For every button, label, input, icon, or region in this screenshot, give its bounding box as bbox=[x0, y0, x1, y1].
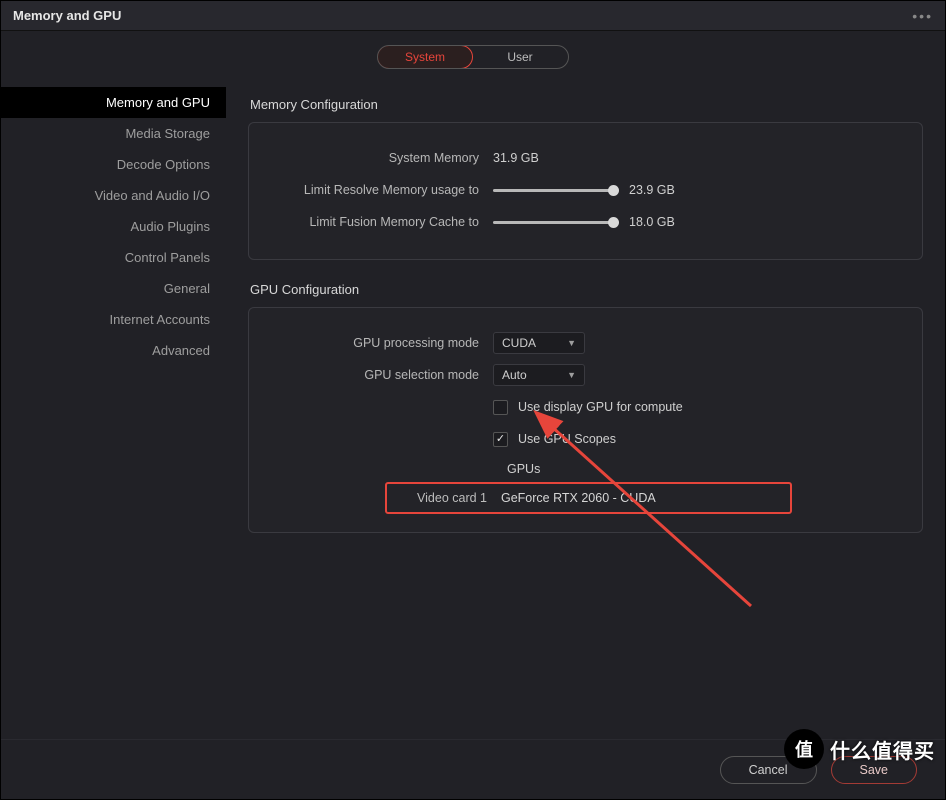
content: Memory Configuration System Memory 31.9 … bbox=[226, 79, 945, 739]
video-card-value: GeForce RTX 2060 - CUDA bbox=[501, 491, 656, 505]
sidebar-item-audio-plugins[interactable]: Audio Plugins bbox=[1, 211, 226, 242]
fusion-memory-label: Limit Fusion Memory Cache to bbox=[271, 215, 493, 229]
memory-section-title: Memory Configuration bbox=[250, 97, 923, 112]
gpu-processing-mode-label: GPU processing mode bbox=[271, 336, 493, 350]
sidebar-item-internet-accounts[interactable]: Internet Accounts bbox=[1, 304, 226, 335]
fusion-memory-slider[interactable] bbox=[493, 221, 613, 224]
footer: Cancel Save bbox=[1, 739, 945, 799]
tabbar: System User bbox=[1, 31, 945, 79]
gpu-processing-mode-select[interactable]: CUDA ▼ bbox=[493, 332, 585, 354]
slider-thumb-icon[interactable] bbox=[608, 185, 619, 196]
chevron-down-icon: ▼ bbox=[567, 370, 576, 380]
segmented-control: System User bbox=[377, 45, 569, 69]
resolve-memory-label: Limit Resolve Memory usage to bbox=[271, 183, 493, 197]
memory-panel: System Memory 31.9 GB Limit Resolve Memo… bbox=[248, 122, 923, 260]
resolve-memory-value: 23.9 GB bbox=[629, 183, 675, 197]
gpu-section-title: GPU Configuration bbox=[250, 282, 923, 297]
gpus-heading: GPUs bbox=[507, 462, 900, 476]
chevron-down-icon: ▼ bbox=[567, 338, 576, 348]
sidebar-item-control-panels[interactable]: Control Panels bbox=[1, 242, 226, 273]
window-title: Memory and GPU bbox=[13, 8, 121, 23]
sidebar-item-general[interactable]: General bbox=[1, 273, 226, 304]
use-display-gpu-label: Use display GPU for compute bbox=[518, 400, 683, 414]
system-memory-label: System Memory bbox=[271, 151, 493, 165]
slider-thumb-icon[interactable] bbox=[608, 217, 619, 228]
sidebar: Memory and GPU Media Storage Decode Opti… bbox=[1, 79, 226, 739]
sidebar-item-memory-and-gpu[interactable]: Memory and GPU bbox=[1, 87, 226, 118]
gpu-processing-mode-value: CUDA bbox=[502, 336, 536, 350]
system-memory-value: 31.9 GB bbox=[493, 151, 539, 165]
video-card-label: Video card 1 bbox=[405, 491, 501, 505]
gpu-selection-mode-select[interactable]: Auto ▼ bbox=[493, 364, 585, 386]
sidebar-item-video-and-audio-io[interactable]: Video and Audio I/O bbox=[1, 180, 226, 211]
gpu-panel: GPU processing mode CUDA ▼ GPU selection… bbox=[248, 307, 923, 533]
use-display-gpu-checkbox[interactable] bbox=[493, 400, 508, 415]
use-gpu-scopes-label: Use GPU Scopes bbox=[518, 432, 616, 446]
sidebar-item-decode-options[interactable]: Decode Options bbox=[1, 149, 226, 180]
titlebar: Memory and GPU ••• bbox=[1, 1, 945, 31]
window-menu-dots-icon[interactable]: ••• bbox=[912, 8, 933, 24]
sidebar-item-advanced[interactable]: Advanced bbox=[1, 335, 226, 366]
use-gpu-scopes-checkbox[interactable] bbox=[493, 432, 508, 447]
tab-system[interactable]: System bbox=[377, 45, 473, 69]
tab-user[interactable]: User bbox=[472, 46, 568, 68]
gpu-card-row-annotated: Video card 1 GeForce RTX 2060 - CUDA bbox=[385, 482, 792, 514]
gpu-selection-mode-value: Auto bbox=[502, 368, 527, 382]
fusion-memory-value: 18.0 GB bbox=[629, 215, 675, 229]
resolve-memory-slider[interactable] bbox=[493, 189, 613, 192]
save-button[interactable]: Save bbox=[831, 756, 918, 784]
gpu-selection-mode-label: GPU selection mode bbox=[271, 368, 493, 382]
cancel-button[interactable]: Cancel bbox=[720, 756, 817, 784]
sidebar-item-media-storage[interactable]: Media Storage bbox=[1, 118, 226, 149]
